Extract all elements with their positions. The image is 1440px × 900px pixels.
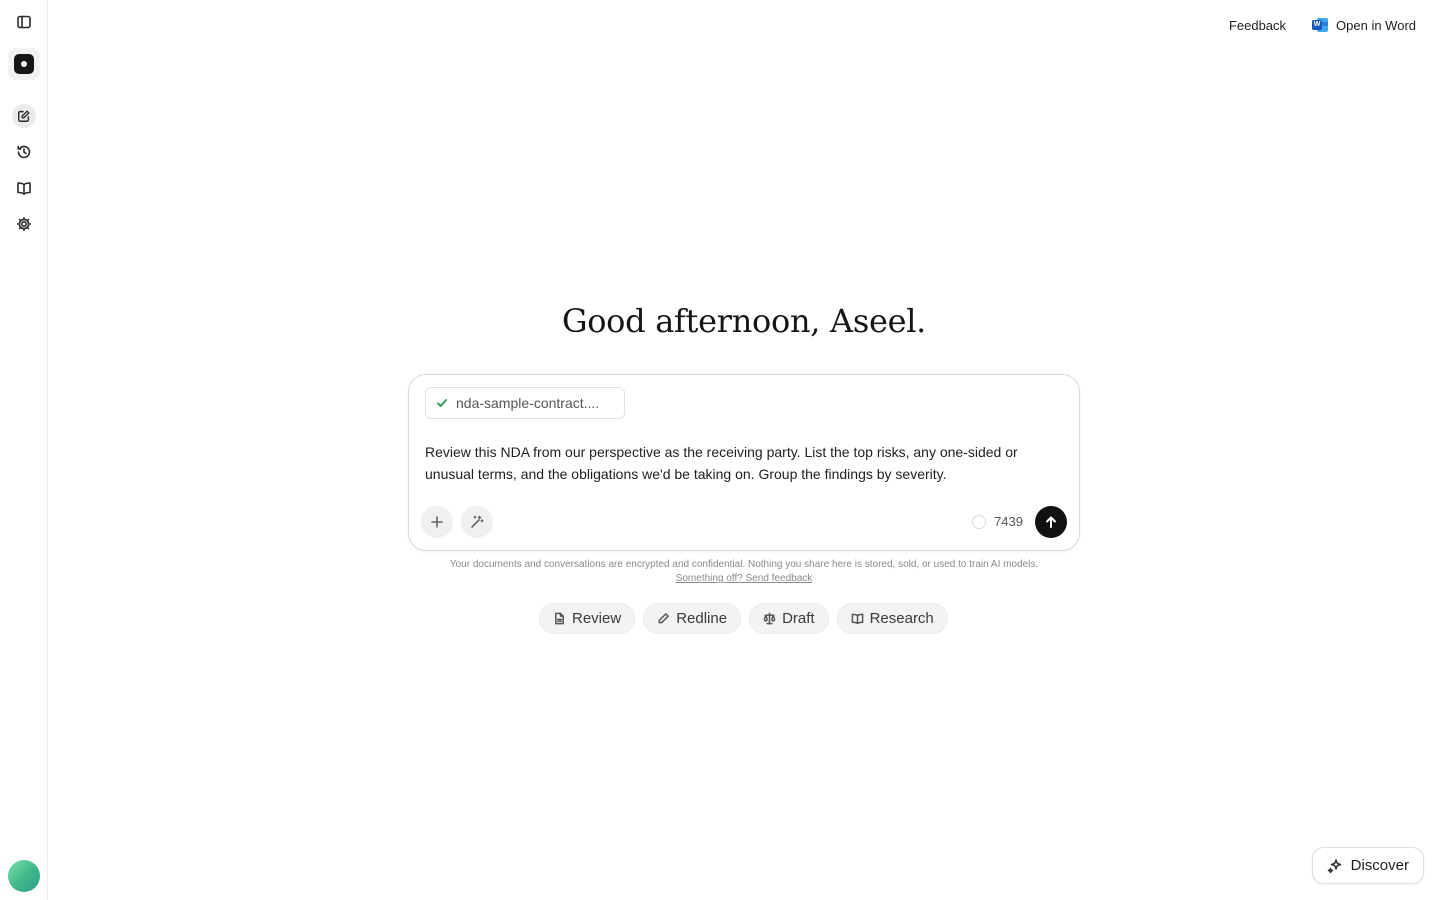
send-button[interactable] [1035, 506, 1067, 538]
redline-mode-button[interactable]: Redline [643, 603, 742, 634]
panel-left-icon [17, 15, 31, 29]
new-chat-button[interactable] [8, 100, 40, 132]
token-counter: 7439 [972, 514, 1023, 529]
app-logo-button[interactable] [8, 48, 40, 80]
document-icon [555, 612, 564, 625]
top-bar: Feedback W Open in Word [1223, 13, 1422, 37]
counter-value: 7439 [994, 514, 1023, 529]
feedback-button[interactable]: Feedback [1223, 14, 1292, 37]
edit-icon [18, 110, 30, 122]
draft-mode-label: Draft [782, 610, 815, 627]
discover-label: Discover [1350, 857, 1409, 874]
enhance-prompt-button[interactable] [461, 506, 493, 538]
prompt-input[interactable]: Review this NDA from our perspective as … [425, 441, 1067, 485]
history-icon [17, 145, 31, 159]
word-icon: W [1312, 17, 1329, 33]
open-in-word-button[interactable]: W Open in Word [1306, 13, 1422, 37]
open-in-word-label: Open in Word [1336, 17, 1416, 33]
privacy-notice: Your documents and conversations are enc… [48, 558, 1440, 586]
logo-icon [14, 54, 34, 74]
sidebar [0, 0, 48, 900]
history-button[interactable] [8, 136, 40, 168]
sidebar-toggle-button[interactable] [8, 6, 40, 38]
review-mode-label: Review [572, 610, 622, 627]
book-icon [17, 182, 31, 195]
pencil-icon [658, 613, 670, 624]
feedback-label: Feedback [1228, 17, 1287, 33]
research-mode-button[interactable]: Research [836, 603, 948, 634]
privacy-text: Your documents and conversations are enc… [449, 559, 1039, 570]
attachment-chip[interactable]: nda-sample-contract.... [425, 387, 625, 419]
settings-button[interactable] [8, 208, 40, 240]
add-attachment-button[interactable] [421, 506, 453, 538]
scale-icon [763, 612, 776, 625]
progress-ring-icon [972, 514, 987, 529]
page-title: Good afternoon, Aseel. [561, 302, 927, 340]
plus-icon [431, 516, 443, 528]
check-icon [437, 399, 447, 407]
gear-icon [17, 217, 31, 231]
research-mode-label: Research [869, 610, 934, 627]
library-button[interactable] [8, 172, 40, 204]
review-mode-button[interactable]: Review [539, 603, 636, 634]
attachment-name: nda-sample-contract.... [456, 395, 600, 411]
avatar[interactable] [8, 860, 40, 892]
mode-buttons: Review Redline Draft Research [539, 603, 948, 634]
sparkles-icon [1327, 858, 1341, 873]
arrow-up-icon [1046, 516, 1056, 528]
book-icon [851, 613, 863, 625]
send-feedback-link[interactable]: Something off? Send feedback [676, 573, 813, 584]
discover-button[interactable]: Discover [1311, 847, 1424, 884]
redline-mode-label: Redline [676, 610, 728, 627]
magic-wand-icon [471, 515, 484, 528]
composer: nda-sample-contract.... Review this NDA … [408, 374, 1080, 551]
draft-mode-button[interactable]: Draft [749, 603, 829, 634]
